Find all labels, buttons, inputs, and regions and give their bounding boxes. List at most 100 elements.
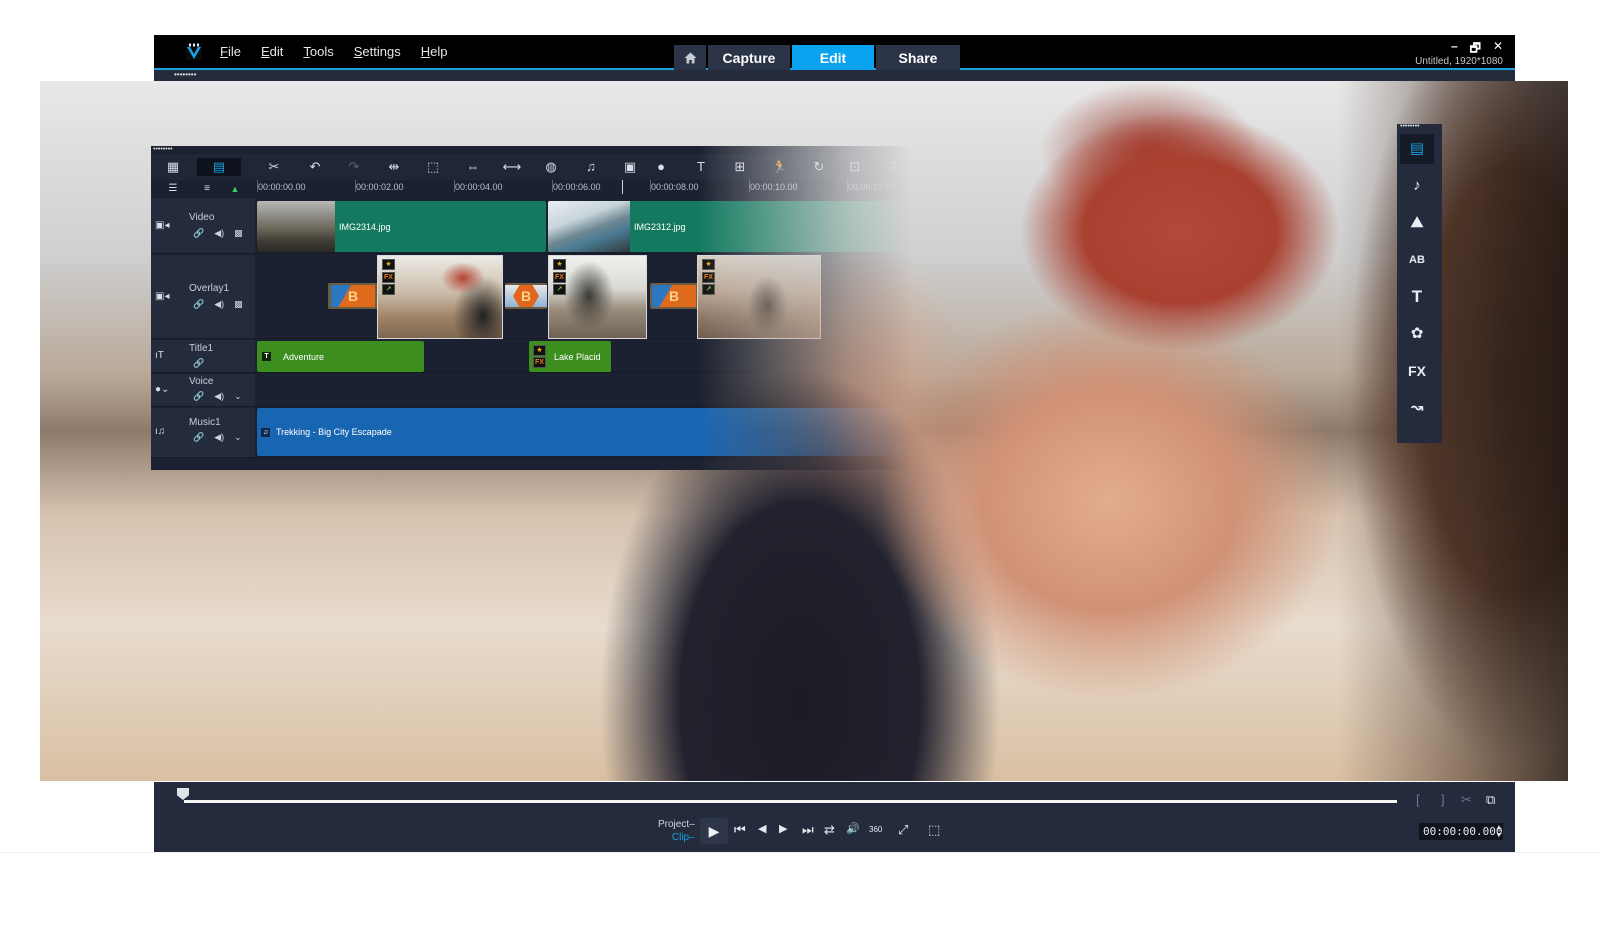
undo-icon[interactable]: ↶ [305, 158, 325, 176]
transition-clip[interactable]: B [328, 283, 378, 309]
aspect-ratio-icon[interactable]: ⤢ [898, 822, 908, 838]
title-template-icon[interactable]: AB [1400, 245, 1434, 275]
instant-project-icon[interactable]: ♪ [1400, 171, 1434, 201]
menu-file[interactable]: File [220, 44, 241, 59]
title-clip[interactable]: ★ FX Lake Placid [529, 341, 611, 372]
volume-icon[interactable]: ◀) [214, 228, 224, 239]
music-clip[interactable]: ♫ Trekking - Big City Escapade [257, 408, 911, 456]
overlay-clip[interactable]: ★ FX ↗ [697, 255, 821, 339]
overlay-clip[interactable]: ★ FX ↗ [548, 255, 647, 339]
audio-mixer-icon[interactable]: ♫ [581, 158, 601, 176]
mark-in-icon[interactable]: [ [1416, 792, 1420, 807]
stretch-icon[interactable]: ⟷ [502, 158, 522, 176]
tab-edit[interactable]: Edit [792, 45, 874, 70]
timecode-value: 00:00:00.000 [1423, 825, 1503, 838]
menu-settings[interactable]: Settings [354, 44, 401, 59]
color-grading-icon[interactable]: ◍ [541, 158, 561, 176]
home-start-icon[interactable]: ⏮ [734, 822, 746, 838]
timeline-view-icon[interactable]: ▤ [197, 158, 241, 176]
link-icon[interactable]: 🔗 [193, 228, 204, 239]
split-screen-icon[interactable]: ⊞ [730, 158, 750, 176]
fx-badge-icon: FX [553, 272, 566, 283]
timeline-drag-grip-icon[interactable]: •••••••• [153, 146, 173, 153]
next-frame-icon[interactable]: ▶ [779, 822, 787, 835]
text-icon[interactable]: T [884, 158, 904, 176]
volume-icon[interactable]: ◀) [214, 432, 224, 443]
playhead[interactable] [622, 180, 623, 194]
mark-out-icon[interactable]: ] [1441, 792, 1445, 807]
mask-creator-icon[interactable]: ● [651, 158, 671, 176]
overlay-track-icon: ▣◂ [155, 291, 170, 302]
tools-icon[interactable]: ✂ [264, 158, 284, 176]
player-bar: [ ] ✂ ⧉ Project– Clip– ▶ ⏮ ◀ ▶ ⏭ ⇄ 🔊 360… [154, 782, 1515, 852]
add-marker-icon[interactable]: ▲ [225, 180, 245, 198]
track-lane-overlay1[interactable]: B ★ FX ↗ B ★ FX ↗ B ★ FX ↗ [257, 255, 911, 339]
redo-icon[interactable]: ↷ [344, 158, 364, 176]
video-clip[interactable]: IMG2314.jpg [257, 201, 546, 252]
media-library-icon[interactable]: ▤ [1400, 134, 1434, 164]
screen-capture-icon[interactable]: ⊡ [845, 158, 865, 176]
overlay-clip[interactable]: ★ FX ↗ [377, 255, 503, 339]
title-clip[interactable]: T Adventure [257, 341, 424, 372]
crop-icon[interactable]: ⬚ [423, 158, 443, 176]
scrub-bar[interactable] [184, 800, 1397, 803]
expand-icon[interactable]: ⌄ [234, 432, 242, 443]
graphics-icon[interactable]: ✿ [1400, 319, 1434, 349]
title-icon[interactable]: T [1400, 282, 1434, 312]
drag-grip-icon[interactable]: •••••••• [174, 71, 196, 79]
tab-home[interactable] [674, 45, 706, 70]
storyboard-view-icon[interactable]: ▦ [163, 158, 183, 176]
track-lane-voice[interactable] [257, 374, 911, 407]
play-button[interactable]: ▶ [700, 818, 728, 844]
motion-tracking-icon[interactable]: 🏃 [770, 158, 790, 176]
volume-icon[interactable]: 🔊 [846, 822, 860, 835]
link-icon[interactable]: 🔗 [193, 299, 204, 310]
display-mode-icon[interactable]: ⬚ [928, 822, 940, 838]
clip-mode[interactable]: Clip– [658, 831, 695, 844]
end-icon[interactable]: ⏭ [802, 822, 814, 838]
enlarge-preview-icon[interactable]: ⧉ [1486, 792, 1495, 808]
track-lane-title1[interactable]: T Adventure ★ FX Lake Placid [257, 340, 911, 373]
360-icon[interactable]: 360 [869, 825, 882, 834]
path-icon[interactable]: ↝ [1400, 393, 1434, 423]
timecode-spinner-icon[interactable]: ▲ ▼ [1497, 823, 1501, 839]
repeat-icon[interactable]: ⇄ [824, 822, 835, 838]
expand-icon[interactable]: ⌄ [234, 391, 242, 402]
menu-help[interactable]: Help [421, 44, 448, 59]
split-icon[interactable]: ⇔ [463, 158, 483, 176]
cut-icon[interactable]: ✂ [1461, 792, 1472, 808]
link-icon[interactable]: 🔗 [193, 358, 204, 369]
grid-icon[interactable]: ▩ [234, 228, 243, 239]
filter-icon[interactable]: FX [1400, 356, 1434, 386]
grid-icon[interactable]: ▩ [234, 299, 243, 310]
volume-icon[interactable]: ◀) [214, 391, 224, 402]
project-mode[interactable]: Project– [658, 818, 695, 831]
link-icon[interactable]: 🔗 [193, 432, 204, 443]
clip-label: Adventure [283, 351, 325, 362]
subtitle-editor-icon[interactable]: T [691, 158, 711, 176]
link-icon[interactable]: 🔗 [193, 391, 204, 402]
previous-frame-icon[interactable]: ◀ [758, 822, 766, 835]
track-manager-icon[interactable]: ☰ [163, 180, 183, 198]
track-lane-music1[interactable]: ♫ Trekking - Big City Escapade [257, 408, 911, 458]
track-header-overlay1: ▣◂ Overlay1 🔗 ◀) ▩ [151, 255, 255, 339]
multi-camera-icon[interactable]: ▣ [620, 158, 640, 176]
menu-tools[interactable]: Tools [303, 44, 333, 59]
track-lane-video[interactable]: IMG2314.jpg IMG2312.jpg [257, 198, 911, 254]
menu-edit[interactable]: Edit [261, 44, 283, 59]
video-clip[interactable]: IMG2312.jpg [548, 201, 911, 252]
tab-capture[interactable]: Capture [708, 45, 790, 70]
transition-icon[interactable]: ⛰ [1400, 208, 1434, 238]
transition-clip[interactable]: B [505, 283, 547, 309]
track-name: Voice [189, 376, 214, 387]
chapter-cue-icon[interactable]: ≡ [197, 180, 217, 198]
fit-project-icon[interactable]: ⇹ [384, 158, 404, 176]
library-drag-grip-icon[interactable]: •••••••• [1400, 123, 1420, 130]
transition-clip[interactable]: B [650, 283, 698, 309]
project-clip-toggle[interactable]: Project– Clip– [658, 818, 695, 844]
volume-icon[interactable]: ◀) [214, 299, 224, 310]
tab-share[interactable]: Share [876, 45, 960, 70]
loop-icon[interactable]: ↻ [809, 158, 829, 176]
scrub-handle[interactable] [177, 788, 189, 800]
timecode-field[interactable]: 00:00:00.000 ▲ ▼ [1419, 823, 1503, 840]
